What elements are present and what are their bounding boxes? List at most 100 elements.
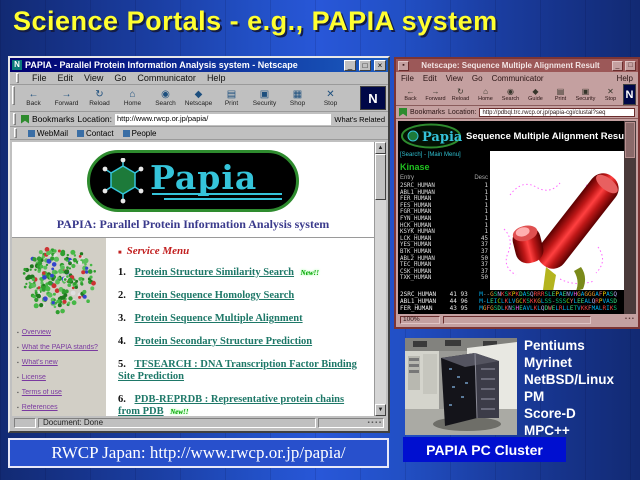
entry-row[interactable]: ABL2_HUMAN 50 [400,256,488,263]
service-link[interactable]: Protein Sequence Homology Search [135,290,295,301]
scrollbar-thumb[interactable] [625,122,635,158]
toolbar-button[interactable]: ↻ Reload [448,84,473,105]
toolbar-button[interactable]: → Forward [50,86,83,110]
netscape-throbber[interactable]: N [360,86,386,110]
entry-row[interactable]: ABL1_HUMAN 1 [400,190,488,197]
toolbar-button[interactable]: ◉ Search [498,84,523,105]
vertical-scrollbar[interactable]: ▲ ▼ [374,142,386,416]
scroll-down-arrow[interactable]: ▼ [375,404,386,416]
entry-desc: 50 [481,256,488,263]
toolbar-button[interactable]: ▦ Shop [281,86,314,110]
component-bar-icons[interactable]: ▪ ▪ ▪ ▪ [318,418,384,428]
entry-row[interactable]: CSK_HUMAN 37 [400,269,488,276]
toolbar-button[interactable]: ✕ Stop [314,86,347,110]
toolbar-button[interactable]: ✕ Stop [598,84,623,105]
component-bar-icons[interactable]: ▪ ▪ ▪ [594,316,634,324]
toolbar-button[interactable]: ▤ Print [215,86,248,110]
minimize-button[interactable]: _ [612,61,623,71]
papia-logo-word: Papia [150,161,257,194]
menu-item[interactable]: Help [207,73,226,83]
scrollbar-thumb[interactable] [375,154,386,200]
menu-item[interactable]: Go [114,73,126,83]
toolbar-button[interactable]: → Forward [423,84,448,105]
toolbar-button[interactable]: ⌂ Home [473,84,498,105]
bookmarks-icon[interactable] [21,115,29,124]
entry-row[interactable]: FYN_HUMAN 1 [400,216,488,223]
window-menu-button[interactable]: ▪ [398,61,409,71]
bookmarks-icon[interactable] [399,108,407,117]
toolbar-button-label: Security [253,100,276,107]
toolbar-button[interactable]: ▣ Security [248,86,281,110]
window-titlebar[interactable]: N PAPIA - Parallel Protein Information A… [10,58,388,72]
cluster-spec-line: NetBSD/Linux [524,371,614,388]
toolbar-button[interactable]: ◉ Search [149,86,182,110]
close-button[interactable]: × [374,60,386,71]
menu-item[interactable]: File [32,73,47,83]
sidebar-link[interactable]: What's new [17,359,103,366]
window-titlebar[interactable]: ▪ Netscape: Sequence Multiple Alignment … [396,59,638,72]
entry-row[interactable]: LCK_HUMAN 45 [400,236,488,243]
maximize-button[interactable]: □ [359,60,371,71]
result-nav-links[interactable]: [Search] - [Main Menu] [400,152,488,158]
entry-row[interactable]: YES_HUMAN 37 [400,242,488,249]
entry-row[interactable]: 2SRC_HUMAN 1 [400,183,488,190]
personal-toolbar-item[interactable]: WebMail [28,129,68,138]
entry-row[interactable]: FER_HUMAN 1 [400,196,488,203]
location-input[interactable]: http://pdbql.trc.rwcp.or.jp/papia-cgi/cl… [479,108,635,117]
address-bar: Bookmarks Location: http://www.rwcp.or.j… [10,112,388,127]
menu-item[interactable]: Communicator [492,74,544,83]
menu-item[interactable]: View [84,73,103,83]
bookmarks-label[interactable]: Bookmarks [410,109,445,116]
menu-item[interactable]: Edit [423,74,437,83]
toolbar-button[interactable]: ◆ Netscape [182,86,215,110]
entry-row[interactable]: HCK_HUMAN 1 [400,223,488,230]
entry-row[interactable]: FES_HUMAN 1 [400,203,488,210]
maximize-button[interactable]: □ [625,61,636,71]
sidebar-link[interactable]: Overview [17,329,103,336]
sidebar-link[interactable]: License [17,374,103,381]
scroll-up-arrow[interactable]: ▲ [375,142,386,154]
entry-name: YES_HUMAN [400,242,431,249]
navigation-toolbar: ← Back → Forward ↻ Reload ⌂ Home ◉ Searc… [10,85,388,112]
window-title: PAPIA - Parallel Protein Information Ana… [25,60,341,70]
netscape-throbber[interactable]: N [623,84,636,105]
toolbar-button[interactable]: ↻ Reload [83,86,116,110]
service-link[interactable]: Protein Secondary Structure Prediction [135,336,313,347]
personal-toolbar-item[interactable]: People [123,129,157,138]
menu-item[interactable]: File [401,74,414,83]
menu-item[interactable]: Edit [58,73,74,83]
entry-row[interactable]: FGR_HUMAN 1 [400,209,488,216]
service-link[interactable]: Protein Sequence Multiple Alignment [135,313,303,324]
security-status-icon[interactable] [14,418,36,428]
menu-item[interactable]: View [446,74,463,83]
service-link[interactable]: Protein Structure Similarity Search [135,267,295,278]
vertical-scrollbar[interactable] [624,121,636,314]
toolbar-button-icon: ⌂ [129,89,135,100]
menu-item[interactable]: Go [472,74,483,83]
entry-row[interactable]: KSYK_HUMAN 1 [400,229,488,236]
minimize-button[interactable]: _ [344,60,356,71]
toolbar-button[interactable]: ⌂ Home [116,86,149,110]
toolbar-button[interactable]: ← Back [17,86,50,110]
service-link[interactable]: TFSEARCH : DNA Transcription Factor Bind… [118,359,357,382]
entry-row[interactable]: TXK_HUMAN 50 [400,275,488,282]
toolbar-button[interactable]: ▤ Print [548,84,573,105]
menu-item[interactable]: Communicator [137,73,196,83]
page-sidebar: Overview What the PAPIA stands? What's new… [12,238,106,416]
toolbar-grip [14,128,17,138]
sidebar-link[interactable]: References [17,404,103,411]
toolbar-button[interactable]: ▣ Security [573,84,598,105]
structure-viewer[interactable] [490,151,636,290]
entry-row[interactable]: BTK_HUMAN 37 [400,249,488,256]
menu-item-help[interactable]: Help [617,74,633,83]
whats-related-button[interactable]: What's Related [334,115,385,124]
service-link[interactable]: PDB-REPRDB : Representative protein chai… [118,394,344,416]
toolbar-button[interactable]: ◆ Guide [523,84,548,105]
sidebar-link[interactable]: Terms of use [17,389,103,396]
entry-row[interactable]: TEC_HUMAN 37 [400,262,488,269]
location-input[interactable]: http://www.rwcp.or.jp/papia/ [115,114,331,125]
bookmarks-label[interactable]: Bookmarks [32,114,75,124]
sidebar-link[interactable]: What the PAPIA stands? [17,344,103,351]
toolbar-button[interactable]: ← Back [398,84,423,105]
personal-toolbar-item[interactable]: Contact [77,129,114,138]
